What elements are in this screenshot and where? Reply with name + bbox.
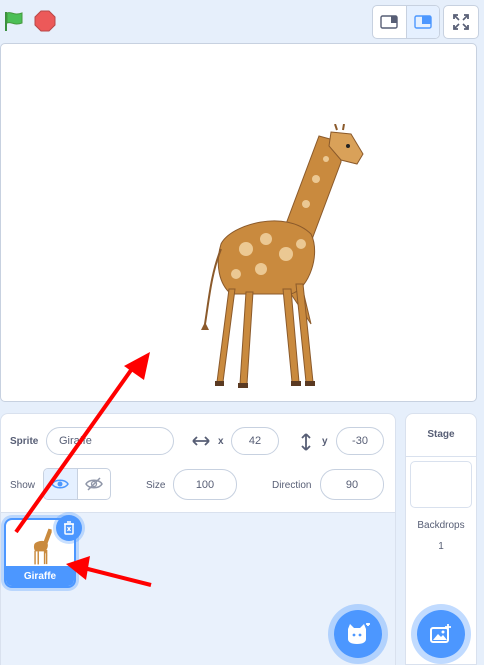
giraffe-thumbnail	[33, 528, 52, 565]
normal-stage-button[interactable]	[405, 6, 439, 38]
direction-field[interactable]: 90	[320, 469, 384, 500]
small-stage-icon	[380, 15, 398, 29]
eye-icon	[51, 479, 70, 489]
fullscreen-button[interactable]	[443, 5, 479, 39]
normal-stage-icon	[414, 15, 432, 29]
delete-sprite-button[interactable]	[56, 515, 82, 541]
y-position-value: -30	[352, 435, 368, 447]
fullscreen-icon	[453, 14, 469, 30]
direction-value: 90	[345, 478, 359, 491]
show-visible-button[interactable]	[44, 469, 78, 499]
show-label: Show	[10, 480, 36, 491]
backdrops-label: Backdrops	[417, 520, 465, 531]
eye-slash-icon	[84, 477, 103, 491]
sprite-tile-name: Giraffe	[6, 566, 74, 586]
stop-sign-icon	[34, 10, 56, 32]
stage-size-toggle	[372, 5, 440, 39]
giraffe-sprite[interactable]	[191, 124, 371, 389]
y-position-field[interactable]: -30	[336, 427, 384, 455]
size-label: Size	[146, 480, 166, 491]
image-plus-icon	[430, 624, 451, 643]
x-arrows-icon	[192, 436, 210, 446]
sprite-name-value: Giraffe	[59, 435, 92, 447]
visibility-toggle	[43, 468, 111, 500]
show-hidden-button[interactable]	[78, 469, 111, 499]
add-backdrop-button[interactable]	[417, 610, 465, 658]
x-position-value: 42	[248, 435, 262, 447]
stop-button[interactable]	[33, 9, 57, 33]
sprite-name-field[interactable]: Giraffe	[46, 427, 174, 455]
direction-label: Direction	[272, 480, 312, 491]
small-stage-button[interactable]	[373, 6, 406, 38]
stage-thumbnail[interactable]	[410, 461, 472, 508]
x-position-field[interactable]: 42	[231, 427, 279, 455]
y-arrows-icon	[301, 433, 311, 451]
size-value: 100	[195, 478, 215, 491]
sprite-label: Sprite	[10, 436, 39, 447]
backdrops-count: 1	[438, 541, 444, 552]
y-label: y	[322, 436, 328, 447]
green-flag-button[interactable]	[2, 9, 26, 33]
x-label: x	[218, 436, 224, 447]
green-flag-icon	[5, 12, 23, 31]
cat-plus-icon	[348, 623, 370, 644]
stage-canvas[interactable]	[0, 43, 477, 402]
stage-panel-title: Stage	[405, 413, 477, 457]
add-sprite-button[interactable]	[334, 610, 382, 658]
size-field[interactable]: 100	[173, 469, 237, 500]
trash-icon	[64, 521, 74, 535]
